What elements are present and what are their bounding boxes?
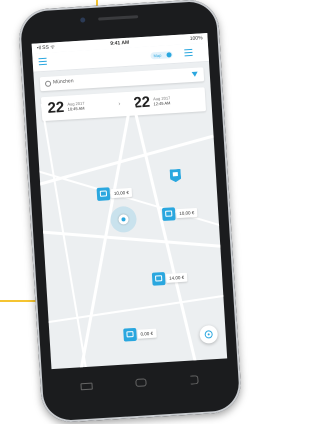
- toggle-label: Map: [153, 52, 162, 59]
- parking-price: 0,00 €: [137, 328, 157, 339]
- start-day: 22: [47, 98, 65, 117]
- toggle-knob: [166, 52, 172, 58]
- parking-icon: [151, 271, 166, 286]
- search-icon: [44, 80, 52, 87]
- location-dot: [118, 214, 129, 225]
- phone-device: •ll SS ᯤ 9:41 AM 100% Map München 22 Aug…: [17, 0, 243, 424]
- back-icon[interactable]: [80, 382, 93, 391]
- parking-price: 10,00 €: [110, 187, 133, 199]
- end-time: 12:45 AM: [153, 100, 171, 107]
- android-nav-bar: [70, 371, 211, 396]
- location-search-bar[interactable]: München: [39, 67, 205, 92]
- parking-price: 14,00 €: [165, 272, 188, 283]
- front-camera-icon: [80, 17, 86, 23]
- filter-icon[interactable]: [191, 71, 198, 77]
- battery-indicator: 100%: [189, 35, 203, 43]
- speaker-grille: [98, 15, 139, 21]
- home-icon[interactable]: [135, 378, 147, 387]
- parking-icon: [96, 187, 111, 201]
- parking-icon: [123, 327, 137, 342]
- map-road: [38, 292, 228, 325]
- search-input[interactable]: München: [53, 78, 74, 85]
- start-time: 10:45 AM: [67, 105, 85, 112]
- list-view-icon[interactable]: [184, 48, 193, 57]
- app-screen: •ll SS ᯤ 9:41 AM 100% Map München 22 Aug…: [31, 32, 228, 370]
- date-arrow-icon: ›: [118, 101, 121, 108]
- hamburger-menu-icon[interactable]: [38, 57, 47, 66]
- parking-icon: [161, 207, 176, 222]
- map-list-toggle[interactable]: Map: [150, 51, 173, 60]
- recent-apps-icon[interactable]: [190, 375, 199, 385]
- parking-price: 10,00 €: [175, 207, 198, 219]
